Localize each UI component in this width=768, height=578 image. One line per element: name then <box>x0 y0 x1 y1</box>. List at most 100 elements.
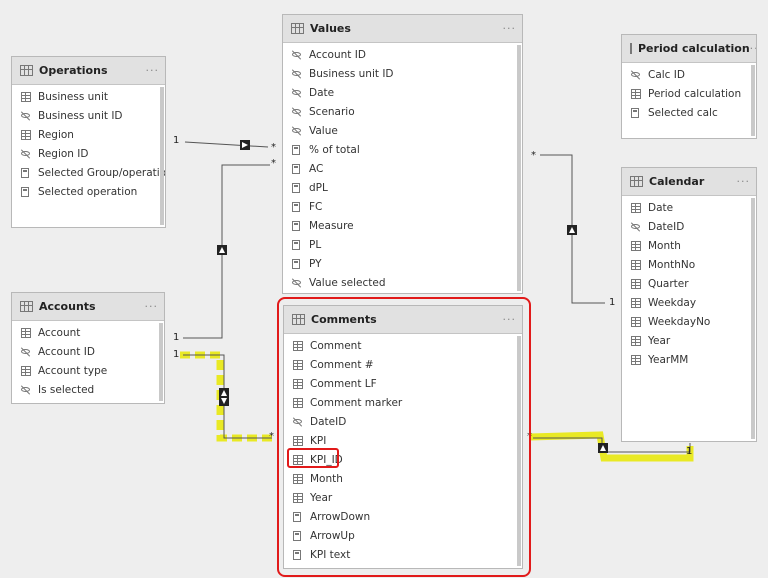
field-label: Date <box>648 201 674 214</box>
table-header[interactable]: Calendar ··· <box>622 168 756 196</box>
field-row[interactable]: Weekday <box>622 293 756 312</box>
cardinality-one: 1 <box>173 349 180 360</box>
field-row[interactable]: MonthNo <box>622 255 756 274</box>
kpi-id-highlight-box <box>287 448 339 468</box>
scrollbar[interactable] <box>751 198 755 439</box>
comments-highlight-box <box>277 297 531 577</box>
table-calendar[interactable]: Calendar ··· Date DateID Month MonthNo Quarter… <box>621 167 757 442</box>
relationship-accounts-comments[interactable] <box>183 354 272 439</box>
field-row[interactable]: Date <box>622 198 756 217</box>
field-row[interactable]: Scenario <box>283 102 522 121</box>
measure-icon <box>631 107 639 118</box>
table-period-calculation[interactable]: Period calculation···Calc IDPeriod calcu… <box>621 34 757 139</box>
field-row[interactable]: PY <box>283 254 522 273</box>
field-row[interactable]: Selected operation <box>12 182 165 201</box>
relationship-operations-values[interactable] <box>184 140 269 150</box>
field-label: DateID <box>648 220 685 233</box>
field-label: Scenario <box>309 105 355 118</box>
column-icon <box>21 327 31 338</box>
field-row[interactable]: Value <box>283 121 522 140</box>
scrollbar[interactable] <box>517 45 521 291</box>
hidden-field-icon <box>631 70 641 80</box>
field-row[interactable]: PL <box>283 235 522 254</box>
field-row[interactable]: AC <box>283 159 522 178</box>
hidden-field-icon <box>292 278 302 288</box>
field-row[interactable]: Date <box>283 83 522 102</box>
field-row[interactable]: Selected Group/operation <box>12 163 165 182</box>
field-label: Measure <box>309 219 354 232</box>
field-label: Weekday <box>648 296 697 309</box>
more-options-icon[interactable]: ··· <box>750 42 756 55</box>
table-title: Operations <box>39 64 108 77</box>
field-label: Quarter <box>648 277 689 290</box>
hidden-field-icon <box>21 111 31 121</box>
field-list: Date DateID Month MonthNo Quarter Weekday Week… <box>622 196 756 369</box>
field-row[interactable]: Is selected <box>12 380 164 399</box>
cardinality-many: * <box>531 150 536 161</box>
field-label: Business unit ID <box>38 109 123 122</box>
measure-icon <box>292 239 300 250</box>
field-row[interactable]: Measure <box>283 216 522 235</box>
field-row[interactable]: Period calculation <box>622 84 756 103</box>
field-row[interactable]: Account ID <box>283 45 522 64</box>
table-values[interactable]: Values ··· Account ID Business unit ID Date S… <box>282 14 523 294</box>
field-row[interactable]: Business unit <box>12 87 165 106</box>
more-options-icon[interactable]: ··· <box>145 300 159 313</box>
field-row[interactable]: Account type <box>12 361 164 380</box>
field-row[interactable]: FC <box>283 197 522 216</box>
field-row[interactable]: YearMM <box>622 350 756 369</box>
scrollbar[interactable] <box>159 323 163 401</box>
cardinality-one: 1 <box>173 332 180 343</box>
table-icon <box>20 301 33 312</box>
more-options-icon[interactable]: ··· <box>737 175 751 188</box>
relationship-calendar-values[interactable] <box>540 154 605 304</box>
field-row[interactable]: Account ID <box>12 342 164 361</box>
column-icon <box>21 91 31 102</box>
field-row[interactable]: DateID <box>622 217 756 236</box>
field-row[interactable]: % of total <box>283 140 522 159</box>
field-label: WeekdayNo <box>648 315 711 328</box>
field-row[interactable]: Value selected <box>283 273 522 292</box>
field-label: PY <box>309 257 322 270</box>
field-row[interactable]: Business unit ID <box>12 106 165 125</box>
table-accounts[interactable]: Accounts ··· Account Account ID Account type… <box>11 292 165 404</box>
field-row[interactable]: Month <box>622 236 756 255</box>
field-label: Date <box>309 86 335 99</box>
field-row[interactable]: Region ID <box>12 144 165 163</box>
field-row[interactable]: Business unit ID <box>283 64 522 83</box>
cardinality-many: * <box>269 431 274 442</box>
table-icon <box>630 176 643 187</box>
table-header[interactable]: Values ··· <box>283 15 522 43</box>
table-icon <box>20 65 33 76</box>
field-label: Region <box>38 128 74 141</box>
field-label: Month <box>648 239 681 252</box>
relationship-accounts-values[interactable] <box>183 164 270 339</box>
table-operations[interactable]: Operations ··· Business unit Business unit … <box>11 56 166 228</box>
more-options-icon[interactable]: ··· <box>146 64 160 77</box>
field-row[interactable]: Calc ID <box>622 65 756 84</box>
field-row[interactable]: dPL <box>283 178 522 197</box>
field-row[interactable]: Selected calc <box>622 103 756 122</box>
field-label: Account ID <box>38 345 95 358</box>
field-row[interactable]: Quarter <box>622 274 756 293</box>
field-label: Account <box>38 326 81 339</box>
field-row[interactable]: Account <box>12 323 164 342</box>
measure-icon <box>292 163 300 174</box>
field-row[interactable]: Region <box>12 125 165 144</box>
more-options-icon[interactable]: ··· <box>503 22 517 35</box>
column-icon <box>631 240 641 251</box>
model-canvas[interactable]: 1 * * 1 1 * 1 * * 1 Operations ··· Busines… <box>0 0 768 578</box>
table-header[interactable]: Accounts ··· <box>12 293 164 321</box>
hidden-field-icon <box>21 347 31 357</box>
measure-icon <box>292 220 300 231</box>
field-row[interactable]: WeekdayNo <box>622 312 756 331</box>
hidden-field-icon <box>292 107 302 117</box>
hidden-field-icon <box>21 149 31 159</box>
scrollbar[interactable] <box>160 87 164 225</box>
field-label: Region ID <box>38 147 89 160</box>
table-header[interactable]: Operations ··· <box>12 57 165 85</box>
field-row[interactable]: Year <box>622 331 756 350</box>
table-header[interactable]: Period calculation··· <box>622 35 756 63</box>
scrollbar[interactable] <box>751 65 755 136</box>
measure-icon <box>292 144 300 155</box>
